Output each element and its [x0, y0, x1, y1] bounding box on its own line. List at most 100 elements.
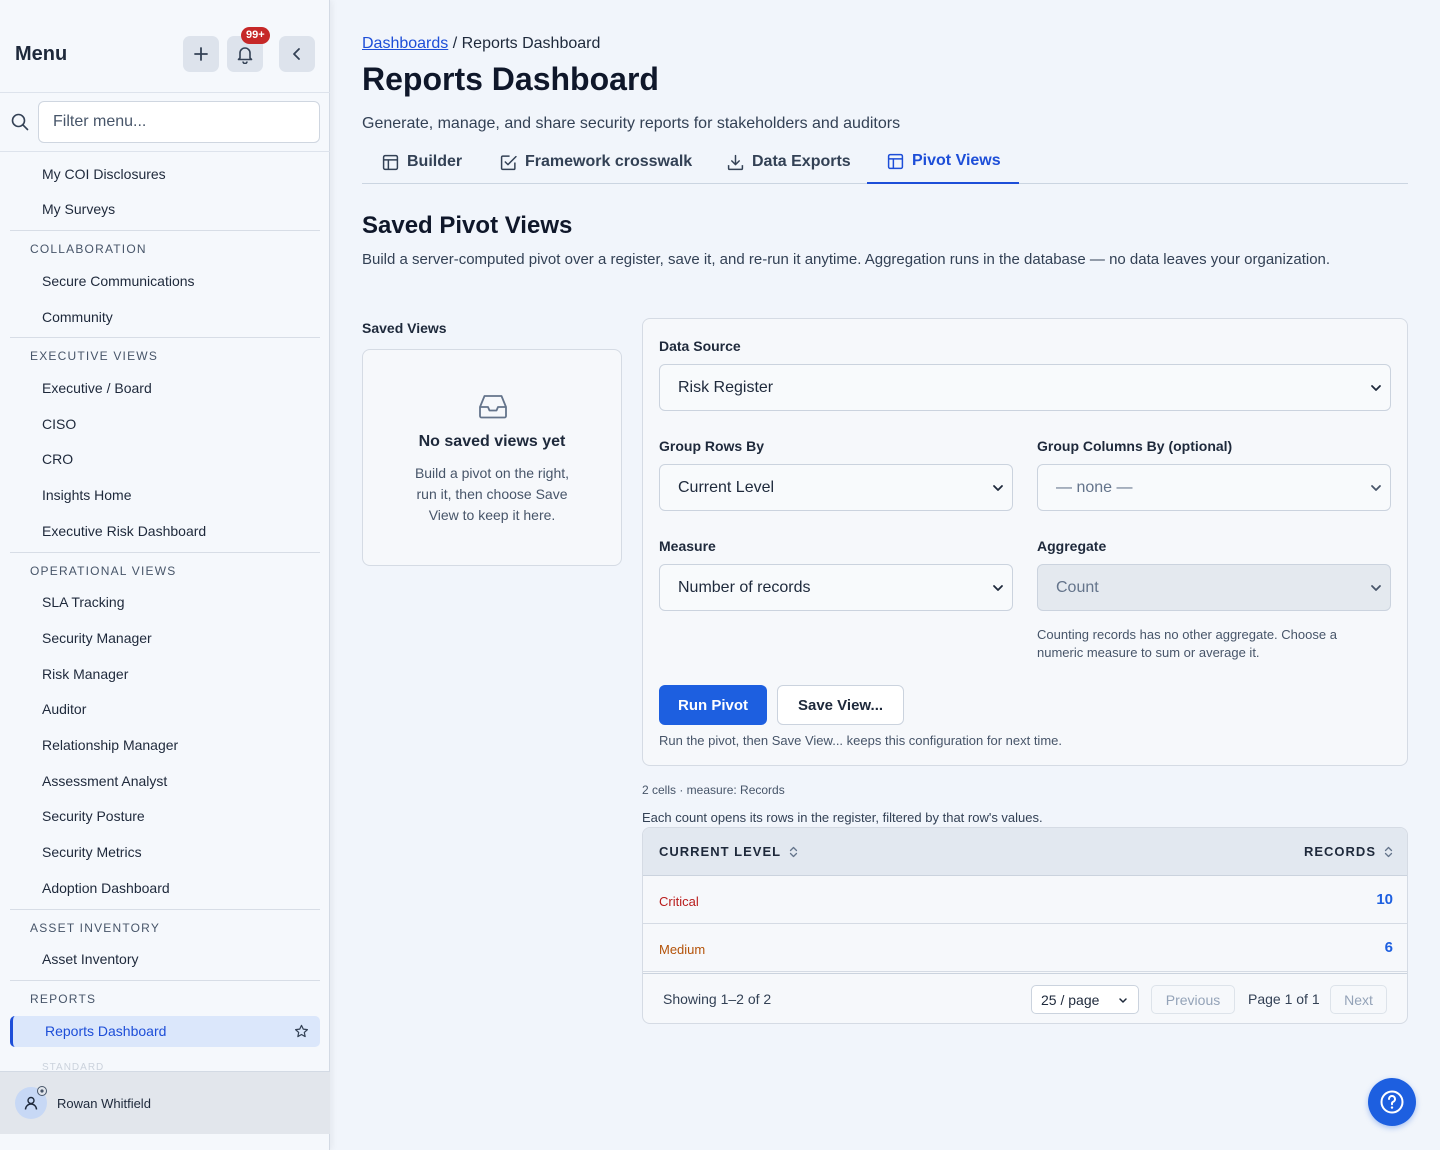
divider	[10, 909, 320, 910]
select-value: — none —	[1056, 478, 1133, 496]
aggregate-help-text: Counting records has no other aggregate.…	[1037, 627, 1337, 660]
save-view-button[interactable]: Save View...	[777, 685, 904, 725]
sidebar-item-executive-board[interactable]: Executive / Board	[42, 380, 152, 396]
column-label: RECORDS	[1303, 844, 1376, 859]
sidebar-item-adoption-dashboard[interactable]: Adoption Dashboard	[42, 880, 170, 896]
sidebar-search	[0, 93, 330, 152]
bell-icon	[237, 47, 253, 64]
next-page-button[interactable]: Next	[1330, 985, 1387, 1014]
sidebar-item-auditor[interactable]: Auditor	[42, 701, 86, 717]
data-source-label: Data Source	[659, 338, 741, 354]
column-label: CURRENT LEVEL	[659, 844, 782, 859]
sidebar-item-my-coi-disclosures[interactable]: My COI Disclosures	[42, 166, 166, 182]
pivot-results-table: CURRENT LEVEL RECORDS Critical 10 Medium…	[642, 827, 1408, 1024]
table-row: Medium 6	[643, 924, 1407, 972]
breadcrumb-link-dashboards[interactable]: Dashboards	[362, 35, 448, 52]
section-title: Saved Pivot Views	[362, 212, 573, 239]
sidebar-item-sla-tracking[interactable]: SLA Tracking	[42, 594, 125, 610]
user-footer[interactable]: Rowan Whitfield	[0, 1071, 330, 1134]
section-executive-views: EXECUTIVE VIEWS	[30, 349, 159, 363]
tab-data-exports[interactable]: Data Exports	[727, 140, 851, 184]
saved-views-empty-state: No saved views yet Build a pivot on the …	[362, 349, 622, 566]
search-icon	[11, 113, 29, 131]
sidebar-item-security-metrics[interactable]: Security Metrics	[42, 844, 142, 860]
filter-menu-input[interactable]	[38, 101, 320, 143]
breadcrumb-separator: /	[448, 35, 462, 52]
divider	[10, 230, 320, 231]
group-columns-select[interactable]: — none —	[1037, 464, 1391, 511]
count-link[interactable]: 6	[1385, 939, 1393, 956]
sidebar-item-ciso[interactable]: CISO	[42, 416, 76, 432]
sidebar-item-label: Reports Dashboard	[45, 1023, 167, 1039]
run-pivot-button[interactable]: Run Pivot	[659, 685, 767, 725]
sidebar: Menu 99+ My COI Disclosures My Surveys C…	[0, 0, 330, 1150]
sidebar-item-secure-communications[interactable]: Secure Communications	[42, 273, 195, 289]
layout-icon	[382, 154, 399, 170]
measure-select[interactable]: Number of records	[659, 564, 1013, 611]
chevron-down-icon	[1371, 585, 1381, 591]
divider	[10, 980, 320, 981]
sidebar-item-security-posture[interactable]: Security Posture	[42, 808, 145, 824]
count-link[interactable]: 10	[1376, 891, 1393, 908]
sidebar-item-cro[interactable]: CRO	[42, 451, 73, 467]
previous-page-button[interactable]: Previous	[1151, 985, 1235, 1014]
sidebar-item-my-surveys[interactable]: My Surveys	[42, 201, 115, 217]
sort-icon	[789, 846, 798, 857]
notification-badge: 99+	[241, 27, 270, 44]
chevron-down-icon	[1119, 998, 1127, 1003]
group-rows-label: Group Rows By	[659, 438, 765, 454]
collapse-sidebar-button[interactable]	[279, 36, 315, 72]
aggregate-label: Aggregate	[1037, 538, 1107, 554]
sidebar-item-security-manager[interactable]: Security Manager	[42, 630, 152, 646]
showing-count: Showing 1–2 of 2	[663, 991, 772, 1007]
tab-builder[interactable]: Builder	[382, 140, 462, 184]
results-meta: 2 cells · measure: Records	[642, 783, 785, 797]
column-header-current-level[interactable]: CURRENT LEVEL	[659, 844, 798, 859]
sidebar-item-relationship-manager[interactable]: Relationship Manager	[42, 737, 178, 753]
table-header: CURRENT LEVEL RECORDS	[643, 828, 1407, 876]
data-source-select[interactable]: Risk Register	[659, 364, 1391, 411]
sidebar-item-assessment-analyst[interactable]: Assessment Analyst	[42, 773, 167, 789]
select-value: Risk Register	[678, 378, 774, 396]
tab-framework-crosswalk[interactable]: Framework crosswalk	[500, 140, 692, 184]
help-button[interactable]	[1368, 1078, 1416, 1126]
tab-label: Framework crosswalk	[525, 153, 693, 170]
settings-badge-icon	[37, 1086, 47, 1096]
chevron-down-icon	[993, 485, 1003, 491]
column-header-records[interactable]: RECORDS	[1304, 844, 1393, 859]
plus-icon	[194, 47, 208, 61]
user-icon	[24, 1096, 38, 1110]
select-value: 25 / page	[1041, 991, 1100, 1008]
tab-bar: Builder Framework crosswalk Data Exports…	[362, 140, 1408, 184]
level-cell: Critical	[659, 894, 699, 909]
results-note: Each count opens its rows in the registe…	[642, 810, 1043, 825]
page-size-select[interactable]: 25 / page	[1031, 985, 1139, 1014]
select-value: Number of records	[678, 578, 811, 596]
select-value: Count	[1056, 578, 1099, 596]
add-button[interactable]	[183, 36, 219, 72]
tab-pivot-views[interactable]: Pivot Views	[867, 140, 1019, 184]
sidebar-item-reports-dashboard[interactable]: Reports Dashboard	[10, 1016, 320, 1047]
section-standard: STANDARD	[42, 1062, 105, 1070]
tab-label: Data Exports	[752, 153, 851, 170]
section-description: Build a server-computed pivot over a reg…	[362, 251, 1331, 268]
saved-views-label: Saved Views	[362, 320, 447, 336]
sidebar-item-executive-risk-dashboard[interactable]: Executive Risk Dashboard	[42, 523, 206, 539]
sidebar-item-risk-manager[interactable]: Risk Manager	[42, 666, 128, 682]
section-asset-inventory: ASSET INVENTORY	[30, 921, 161, 935]
chevron-down-icon	[1371, 485, 1381, 491]
group-rows-select[interactable]: Current Level	[659, 464, 1013, 511]
level-cell: Medium	[659, 942, 706, 957]
table-icon	[887, 153, 904, 169]
star-icon[interactable]	[294, 1024, 309, 1039]
sidebar-item-community[interactable]: Community	[42, 309, 113, 325]
chevron-left-icon	[293, 48, 300, 60]
measure-label: Measure	[659, 538, 716, 554]
sidebar-title: Menu	[15, 43, 68, 65]
sidebar-item-asset-inventory[interactable]: Asset Inventory	[42, 951, 139, 967]
main-content: Dashboards / Reports Dashboard Reports D…	[362, 0, 1408, 1150]
divider	[10, 552, 320, 553]
breadcrumb-current: Reports Dashboard	[461, 35, 601, 52]
empty-state-body: Build a pivot on the right, run it, then…	[414, 465, 570, 523]
sidebar-item-insights-home[interactable]: Insights Home	[42, 487, 131, 503]
